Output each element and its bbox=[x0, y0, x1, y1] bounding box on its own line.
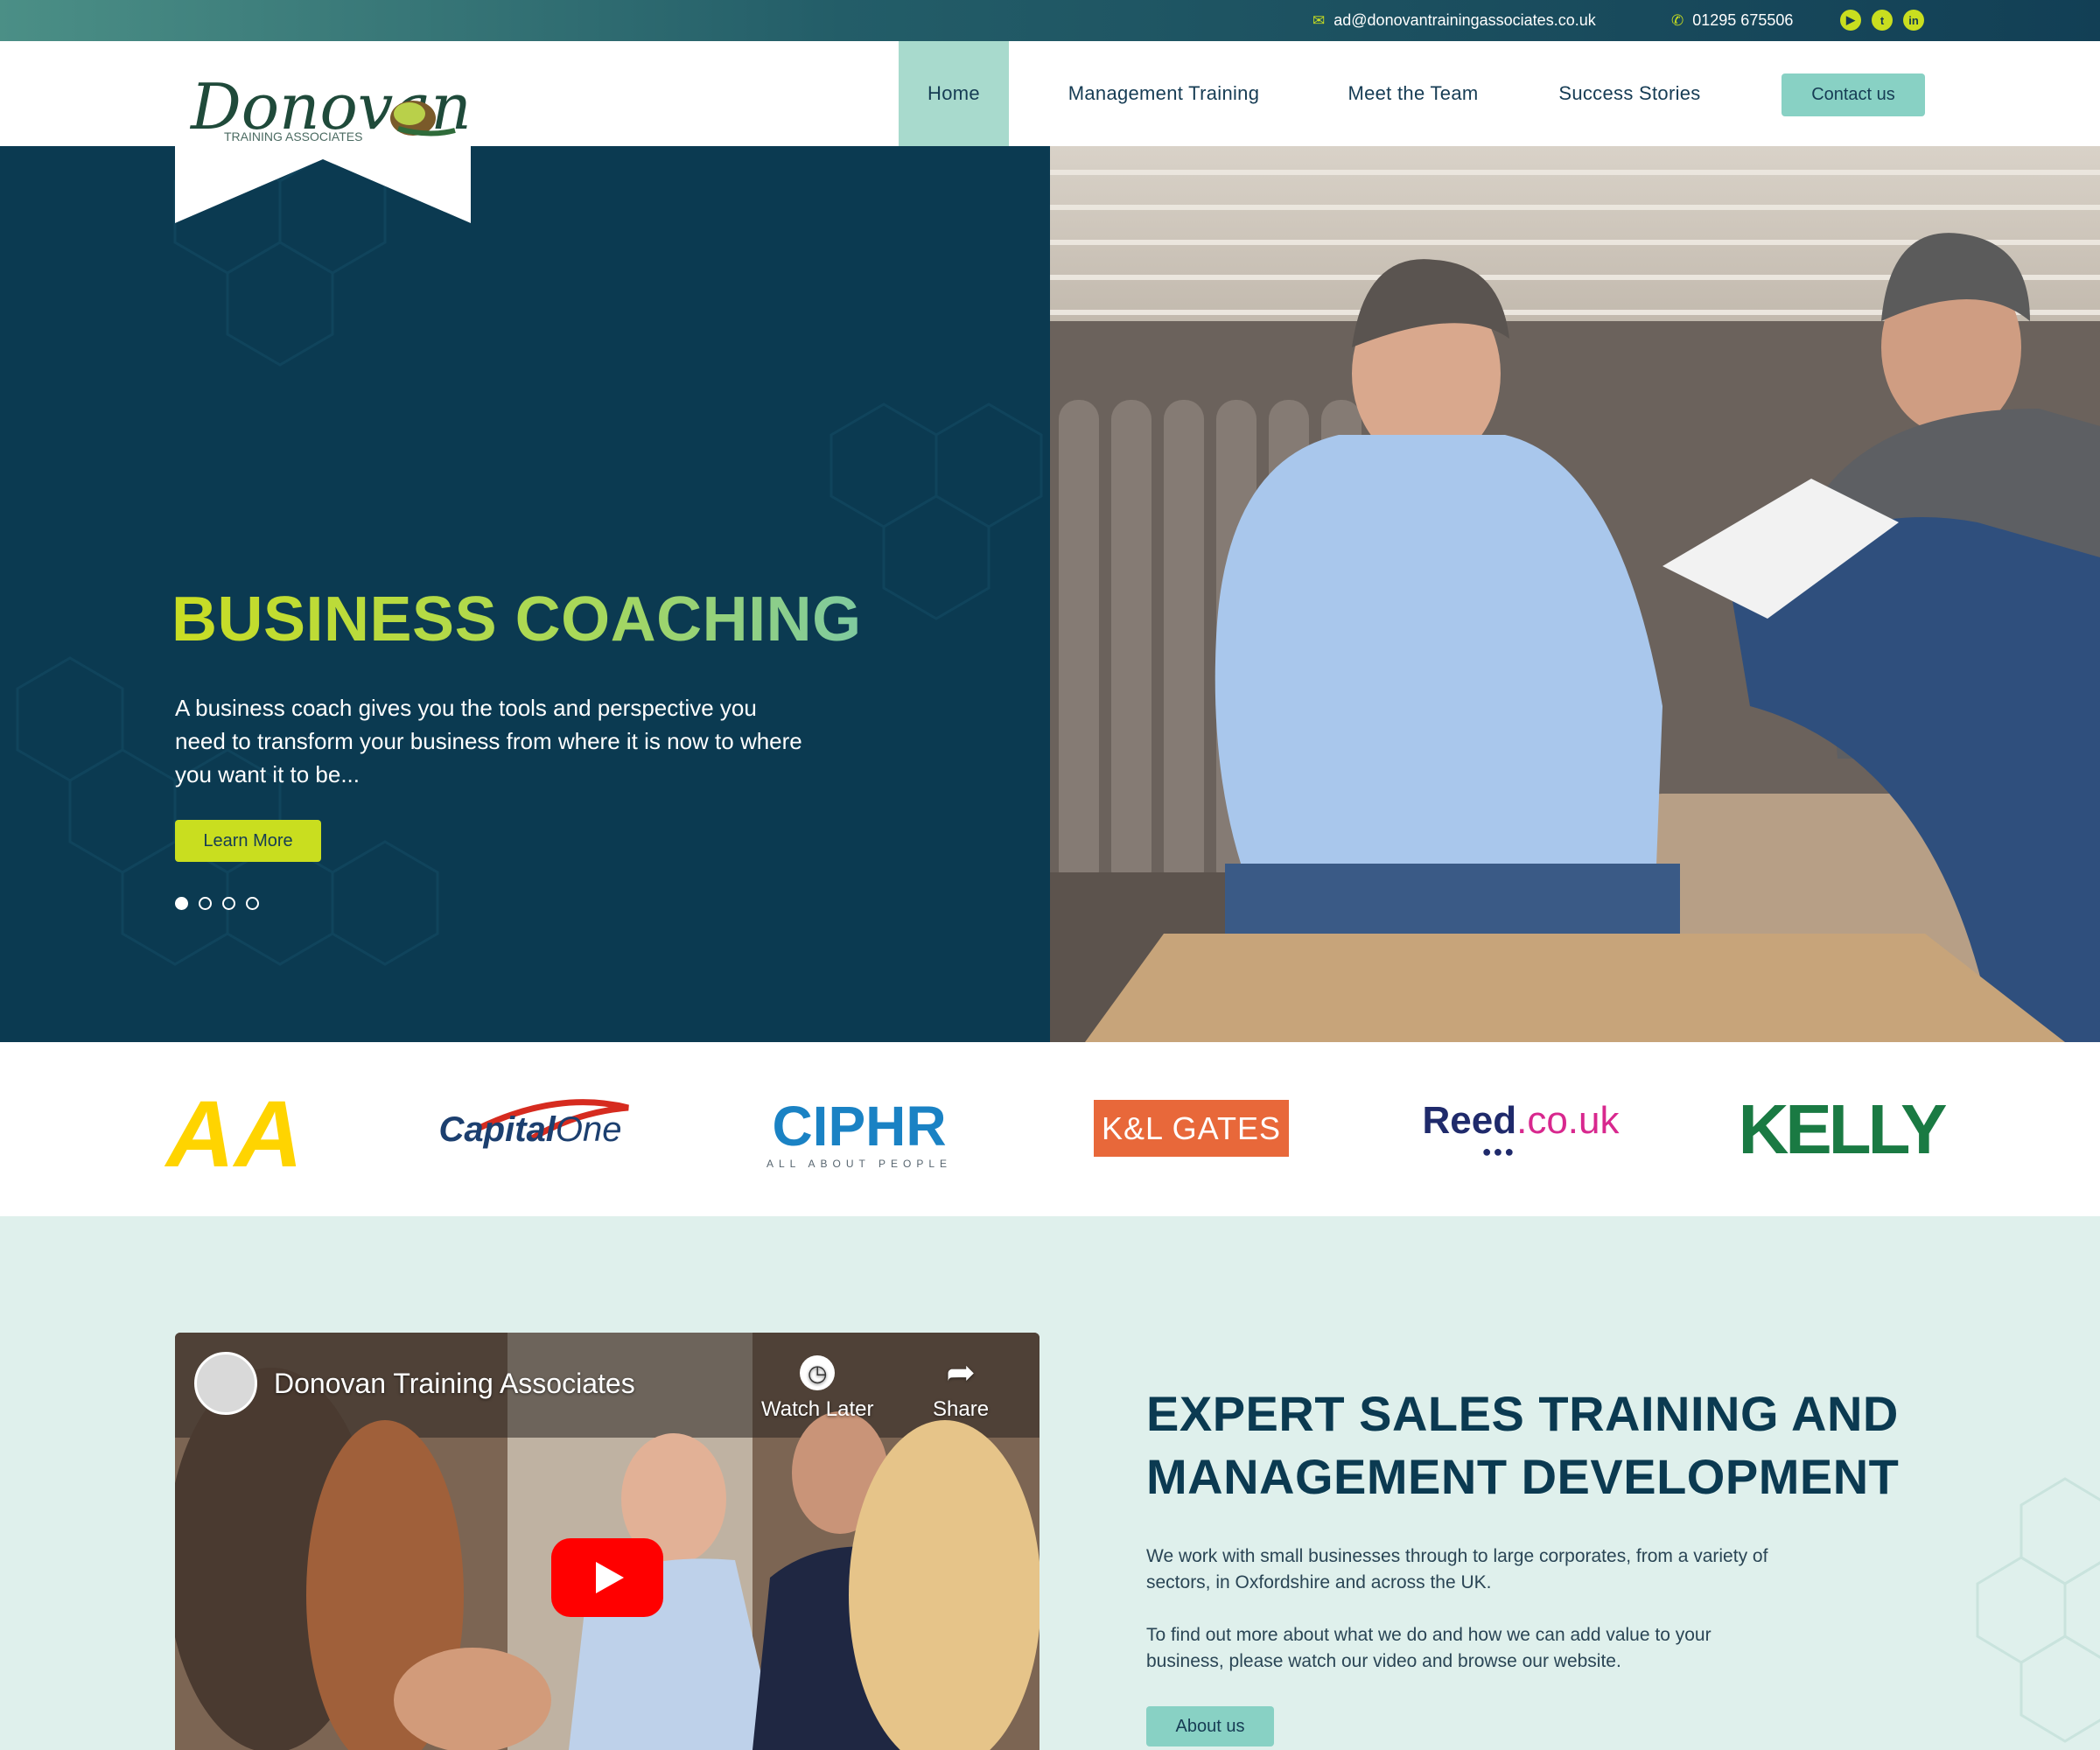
logo-capital-one: Capital One bbox=[427, 1095, 634, 1165]
youtube-icon[interactable]: ▶ bbox=[1840, 10, 1861, 31]
logo-kelly: KELLY bbox=[1738, 1090, 1948, 1168]
clock-icon: ◷ bbox=[800, 1355, 836, 1390]
learn-more-button[interactable]: Learn More bbox=[175, 820, 321, 862]
share-button[interactable]: ➦ Share bbox=[933, 1355, 989, 1422]
email-link[interactable]: ✉ ad@donovantrainingassociates.co.uk bbox=[1312, 0, 1596, 41]
logo-ciphr: CIPHR ALL ABOUT PEOPLE bbox=[766, 1095, 953, 1170]
slide-dot-4[interactable] bbox=[246, 897, 259, 910]
logo-reed: Reed.co.uk ●●● bbox=[1422, 1098, 1620, 1160]
client-logos: AA Capital One CIPHR ALL ABOUT PEOPLE K&… bbox=[0, 1042, 2100, 1216]
logo-subtitle: TRAINING ASSOCIATES bbox=[224, 130, 362, 144]
slide-dot-3[interactable] bbox=[222, 897, 235, 910]
nav-management-training[interactable]: Management Training bbox=[1041, 41, 1286, 146]
video-player[interactable]: Donovan Training Associates ◷ Watch Late… bbox=[175, 1333, 1040, 1750]
nav-success-stories[interactable]: Success Stories bbox=[1540, 41, 1719, 146]
contact-us-button[interactable]: Contact us bbox=[1782, 74, 1925, 116]
linkedin-icon[interactable]: in bbox=[1903, 10, 1924, 31]
play-icon bbox=[596, 1562, 624, 1593]
about-paragraph-1: We work with small businesses through to… bbox=[1146, 1546, 1768, 1592]
phone-link[interactable]: ✆ 01295 675506 bbox=[1671, 0, 1793, 41]
nav-meet-the-team[interactable]: Meet the Team bbox=[1312, 41, 1514, 146]
video-title[interactable]: Donovan Training Associates bbox=[274, 1368, 635, 1400]
about-us-button[interactable]: About us bbox=[1146, 1706, 1274, 1746]
share-icon: ➦ bbox=[946, 1354, 976, 1392]
hero-text: A business coach gives you the tools and… bbox=[175, 695, 802, 788]
slide-dot-1[interactable] bbox=[175, 897, 188, 910]
logo-kl-gates: K&L GATES bbox=[1094, 1100, 1289, 1157]
watch-later-button[interactable]: ◷ Watch Later bbox=[761, 1355, 874, 1422]
top-bar: ✉ ad@donovantrainingassociates.co.uk ✆ 0… bbox=[0, 0, 2100, 41]
nav-home[interactable]: Home bbox=[899, 41, 1009, 146]
hero-photo bbox=[1050, 146, 2100, 1042]
slide-dot-2[interactable] bbox=[199, 897, 212, 910]
about-paragraph-2: To find out more about what we do and ho… bbox=[1146, 1625, 1712, 1671]
twitter-icon[interactable]: t bbox=[1872, 10, 1893, 31]
channel-avatar[interactable] bbox=[194, 1352, 257, 1415]
phone-icon: ✆ bbox=[1671, 11, 1684, 29]
site-logo[interactable]: Donovan TRAINING ASSOCIATES bbox=[175, 41, 472, 223]
hero-panel: BUSINESS COACHING A business coach gives… bbox=[0, 146, 1050, 1042]
email-text: ad@donovantrainingassociates.co.uk bbox=[1334, 11, 1596, 29]
logo-aa: AA bbox=[166, 1081, 303, 1186]
hero-title: BUSINESS COACHING bbox=[172, 584, 862, 654]
envelope-icon: ✉ bbox=[1312, 11, 1326, 29]
about-heading: EXPERT SALES TRAINING AND MANAGEMENT DEV… bbox=[1146, 1386, 1900, 1504]
play-button[interactable] bbox=[551, 1538, 663, 1617]
phone-text: 01295 675506 bbox=[1692, 11, 1794, 29]
slider-dots bbox=[175, 897, 259, 910]
